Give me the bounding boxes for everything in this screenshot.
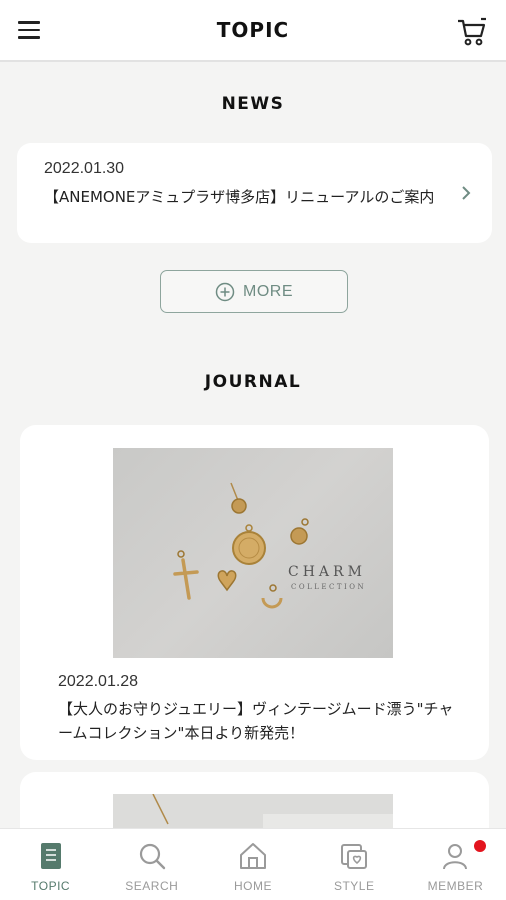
news-more-button[interactable]: MORE bbox=[160, 270, 348, 313]
tab-label: TOPIC bbox=[31, 879, 71, 893]
style-icon bbox=[341, 844, 368, 869]
tab-topic[interactable]: TOPIC bbox=[0, 829, 101, 900]
search-icon bbox=[139, 843, 165, 870]
notification-badge bbox=[474, 840, 487, 852]
tab-label: SEARCH bbox=[125, 879, 179, 893]
journal-text: 【大人のお守りジュエリー】ヴィンテージムード漂う"チャームコレクション"本日より… bbox=[58, 700, 454, 742]
news-date: 2022.01.30 bbox=[44, 160, 125, 177]
tab-search[interactable]: SEARCH bbox=[101, 829, 202, 900]
collection-caption: COLLECTION bbox=[291, 583, 366, 591]
topic-icon bbox=[40, 843, 61, 869]
plus-circle-icon bbox=[215, 282, 235, 301]
news-section-title: NEWS bbox=[221, 94, 285, 114]
tab-label: HOME bbox=[234, 879, 272, 893]
bottom-tab-bar: TOPIC SEARCH HOME STYLE MEMBER bbox=[0, 828, 506, 900]
journal-date: 2022.01.28 bbox=[58, 673, 139, 690]
tab-style[interactable]: STYLE bbox=[304, 829, 405, 900]
tab-label: MEMBER bbox=[427, 879, 484, 893]
charm-caption: CHARM bbox=[288, 564, 366, 580]
tab-member[interactable]: MEMBER bbox=[405, 829, 506, 900]
journal-image: CHARM COLLECTION bbox=[113, 448, 393, 658]
tab-home[interactable]: HOME bbox=[202, 829, 303, 900]
page-title: TOPIC bbox=[216, 18, 290, 42]
hamburger-menu-icon[interactable] bbox=[18, 21, 40, 41]
app-header: TOPIC bbox=[0, 0, 506, 62]
news-item[interactable]: 2022.01.30 【ANEMONEアミュプラザ博多店】リニューアルのご案内 bbox=[17, 143, 492, 243]
cart-icon[interactable] bbox=[456, 16, 488, 48]
chevron-right-icon bbox=[462, 186, 471, 200]
news-text: 【ANEMONEアミュプラザ博多店】リニューアルのご案内 bbox=[44, 188, 435, 206]
more-label: MORE bbox=[243, 282, 293, 300]
home-icon bbox=[240, 843, 266, 869]
tab-label: STYLE bbox=[333, 879, 375, 893]
journal-item[interactable]: CHARM COLLECTION 2022.01.28 【大人のお守りジュエリー… bbox=[20, 425, 489, 760]
member-icon bbox=[443, 844, 468, 870]
journal-section-title: JOURNAL bbox=[204, 372, 302, 392]
